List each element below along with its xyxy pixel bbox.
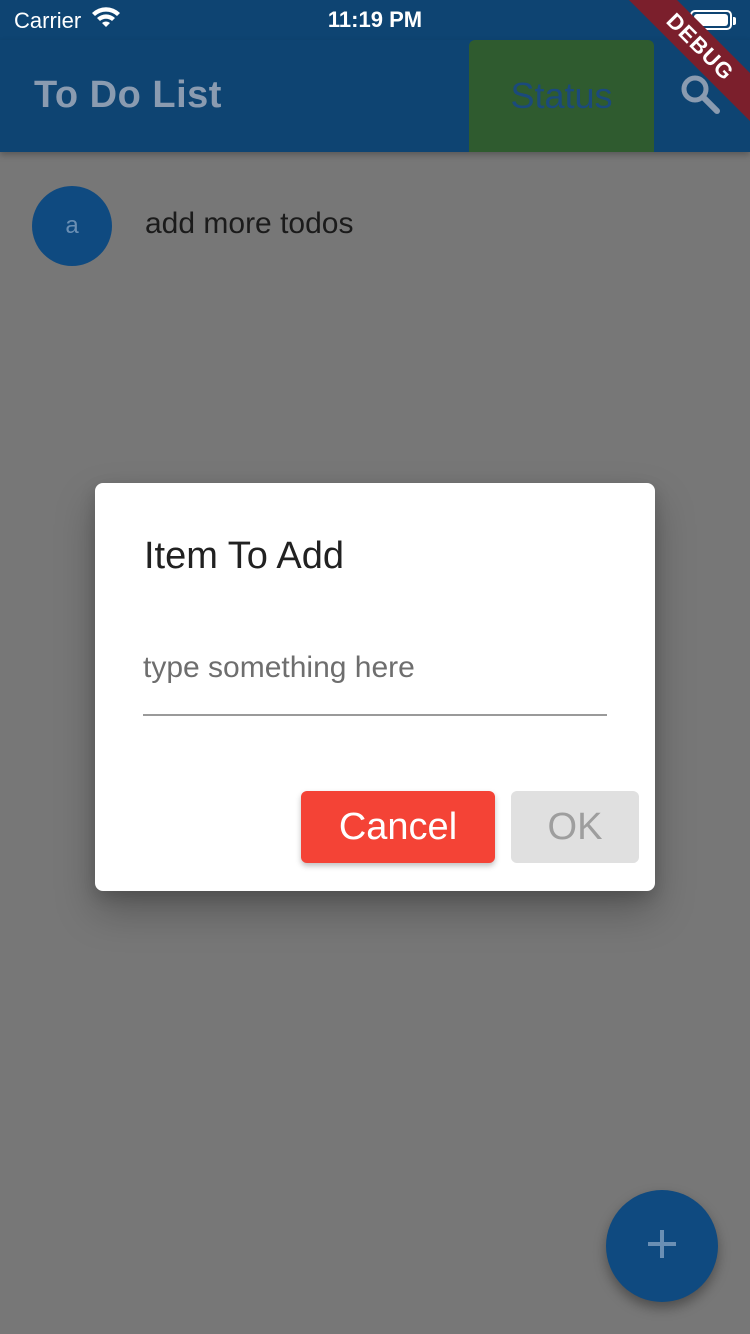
- dialog-title: Item To Add: [144, 535, 344, 577]
- item-input[interactable]: [143, 638, 607, 716]
- plus-icon: [645, 1227, 679, 1266]
- list-item[interactable]: a add more todos: [0, 152, 750, 298]
- cancel-button[interactable]: Cancel: [301, 791, 495, 863]
- list-item-text: add more todos: [145, 207, 354, 240]
- add-todo-fab[interactable]: [606, 1190, 718, 1302]
- clock: 11:19 PM: [327, 7, 423, 32]
- status-button[interactable]: Status: [469, 40, 654, 152]
- add-item-dialog: Item To Add Cancel OK: [95, 483, 655, 891]
- search-icon: [678, 75, 722, 120]
- app-title: To Do List: [34, 74, 222, 116]
- ok-button[interactable]: OK: [511, 791, 639, 863]
- avatar: a: [32, 186, 112, 266]
